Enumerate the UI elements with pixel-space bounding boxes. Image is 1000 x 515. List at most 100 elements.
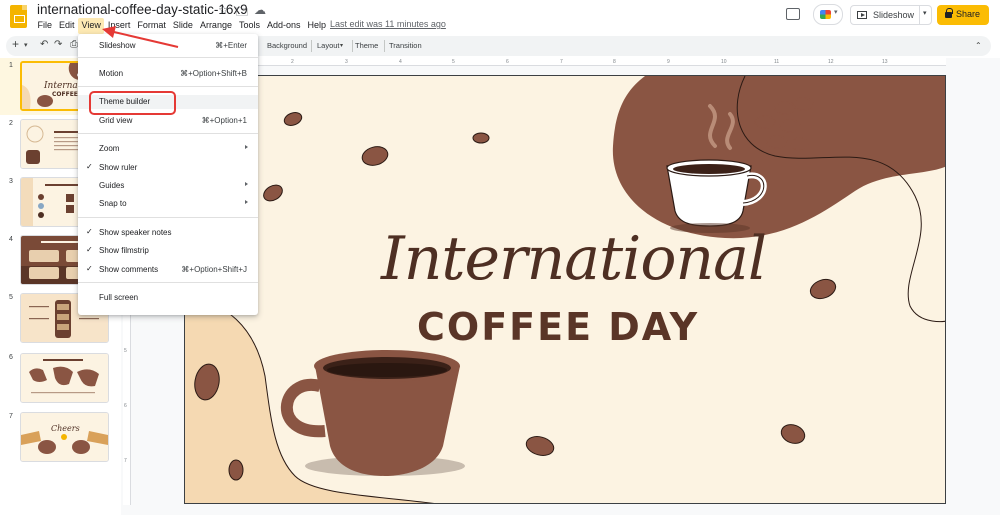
menu-item-full-screen[interactable]: Full screen <box>78 291 258 305</box>
ruler-tick-label: 4 <box>399 59 402 65</box>
ruler-tick-label: 6 <box>124 403 127 409</box>
present-icon <box>857 11 867 19</box>
menu-item-shortcut: ⌘+Option+Shift+B <box>180 69 247 78</box>
thumb-art-6 <box>21 354 108 402</box>
menu-item-guides[interactable]: Guides <box>78 179 258 193</box>
checkmark-icon: ✓ <box>86 227 93 236</box>
slides-logo-icon[interactable] <box>10 5 27 28</box>
submenu-arrow-icon <box>245 145 248 149</box>
slide-number: 3 <box>9 178 13 185</box>
menu-help[interactable]: Help <box>304 18 330 34</box>
slideshow-button[interactable]: Slideshow ▾ <box>850 5 932 25</box>
ruler-tick-label: 6 <box>506 59 509 65</box>
menu-view[interactable]: View <box>78 18 105 34</box>
menu-file[interactable]: File <box>34 18 56 34</box>
lock-icon <box>945 8 953 18</box>
ruler-tick-label: 13 <box>882 59 888 65</box>
menu-item-motion[interactable]: Motion ⌘+Option+Shift+B <box>78 67 258 81</box>
slide-number: 7 <box>9 413 13 420</box>
redo-icon[interactable]: ↷ <box>54 39 62 50</box>
ruler-tick-label: 3 <box>345 59 348 65</box>
slide-number: 6 <box>9 354 13 361</box>
menu-item-show-filmstrip[interactable]: ✓ Show filmstrip <box>78 244 258 258</box>
divider <box>384 40 385 52</box>
ruler-tick-label: 11 <box>774 59 780 65</box>
share-button[interactable]: Share <box>937 5 989 25</box>
menu-item-grid-view[interactable]: Grid view ⌘+Option+1 <box>78 114 258 128</box>
menu-addons[interactable]: Add-ons <box>263 18 304 34</box>
menu-item-label: Slideshow <box>99 41 136 50</box>
submenu-arrow-icon <box>245 200 248 204</box>
menu-item-shortcut: ⌘+Enter <box>215 41 247 50</box>
menu-item-slideshow[interactable]: Slideshow ⌘+Enter <box>78 39 258 53</box>
last-edit-link[interactable]: Last edit was 11 minutes ago <box>330 19 446 29</box>
menu-tools[interactable]: Tools <box>235 18 263 34</box>
new-slide-icon[interactable]: + <box>12 37 19 51</box>
chevron-up-icon[interactable]: ⌃ <box>975 41 982 50</box>
menu-item-zoom[interactable]: Zoom <box>78 142 258 156</box>
ruler-tick-label: 2 <box>291 59 294 65</box>
menu-item-snap-to[interactable]: Snap to <box>78 197 258 211</box>
divider <box>78 133 258 134</box>
ruler-tick-label: 10 <box>721 59 727 65</box>
slide-number: 2 <box>9 120 13 127</box>
meet-camera-icon <box>820 10 831 19</box>
chevron-down-icon[interactable]: ▾ <box>923 9 927 17</box>
checkmark-icon: ✓ <box>86 264 93 273</box>
view-menu: Slideshow ⌘+Enter Motion ⌘+Option+Shift+… <box>78 34 258 315</box>
meet-button[interactable]: ▾ <box>813 4 843 25</box>
divider <box>78 282 258 283</box>
menu-bar: File Edit View Insert Format Slide Arran… <box>34 18 330 34</box>
slide-title-script[interactable]: International <box>381 224 767 294</box>
divider <box>78 86 258 87</box>
svg-text:Cheers: Cheers <box>51 424 80 433</box>
menu-item-label: Show ruler <box>99 163 138 172</box>
menu-item-label: Grid view <box>99 116 133 125</box>
print-icon[interactable]: ⎙ <box>70 39 78 50</box>
horizontal-ruler[interactable]: 12345678910111213 <box>184 58 946 66</box>
menu-item-label: Show comments <box>99 265 159 274</box>
slide-number: 1 <box>9 62 13 69</box>
divider <box>352 40 353 52</box>
submenu-arrow-icon <box>245 182 248 186</box>
transition-button[interactable]: Transition <box>389 41 422 50</box>
comments-icon[interactable] <box>786 8 800 20</box>
ruler-tick-label: 7 <box>560 59 563 65</box>
slide-canvas[interactable]: International COFFEE DAY <box>184 75 946 504</box>
cloud-status-icon[interactable]: ☁ <box>254 3 266 17</box>
menu-slide[interactable]: Slide <box>169 18 196 34</box>
menu-insert[interactable]: Insert <box>104 18 134 34</box>
slide-thumbnail-6[interactable] <box>20 353 109 403</box>
chevron-down-icon[interactable]: ▾ <box>24 41 28 49</box>
menu-format[interactable]: Format <box>134 18 170 34</box>
ruler-tick-label: 5 <box>452 59 455 65</box>
background-button[interactable]: Background <box>267 41 307 50</box>
checkmark-icon: ✓ <box>86 162 93 171</box>
divider <box>78 217 258 218</box>
slideshow-label: Slideshow <box>873 10 915 20</box>
annotation-highlight-ring <box>89 91 176 115</box>
menu-item-shortcut: ⌘+Option+Shift+J <box>181 265 247 274</box>
slide-title-block[interactable]: COFFEE DAY <box>417 305 699 349</box>
star-icon[interactable]: ☆ <box>218 3 229 17</box>
undo-icon[interactable]: ↶ <box>40 39 48 50</box>
menu-item-show-comments[interactable]: ✓ Show comments ⌘+Option+Shift+J <box>78 263 258 277</box>
divider <box>78 57 258 58</box>
slide-number: 4 <box>9 236 13 243</box>
menu-item-speaker-notes[interactable]: ✓ Show speaker notes <box>78 226 258 240</box>
slide-number: 5 <box>9 294 13 301</box>
theme-button[interactable]: Theme <box>355 41 378 50</box>
divider <box>919 6 920 24</box>
ruler-tick-label: 7 <box>124 458 127 464</box>
title-bar: international-coffee-day-static-16x9 ☆ 🗀… <box>0 0 1000 34</box>
layout-button[interactable]: Layout <box>317 41 340 50</box>
ruler-tick-label: 12 <box>828 59 834 65</box>
slide-thumbnail-7[interactable]: Cheers <box>20 412 109 462</box>
menu-arrange[interactable]: Arrange <box>196 18 235 34</box>
menu-item-label: Zoom <box>99 144 120 153</box>
menu-edit[interactable]: Edit <box>56 18 79 34</box>
chevron-down-icon: ▾ <box>834 9 838 16</box>
menu-item-show-ruler[interactable]: ✓ Show ruler <box>78 161 258 175</box>
menu-item-label: Motion <box>99 69 124 78</box>
document-title[interactable]: international-coffee-day-static-16x9 <box>37 2 248 17</box>
